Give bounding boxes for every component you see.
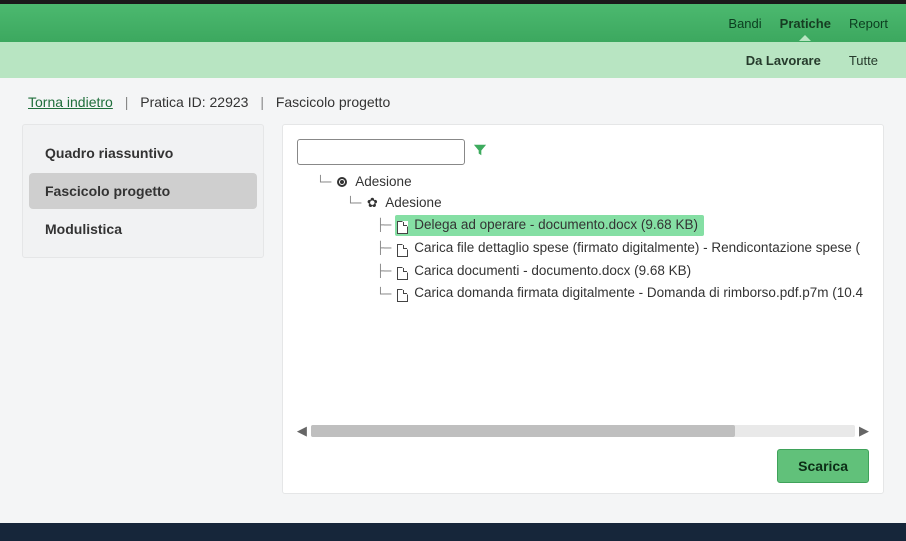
breadcrumb-back-link[interactable]: Torna indietro [28, 94, 113, 110]
sidebar: Quadro riassuntivo Fascicolo progetto Mo… [22, 124, 264, 258]
tree-node-label: Adesione [385, 194, 441, 213]
breadcrumb: Torna indietro | Pratica ID: 22923 | Fas… [0, 78, 906, 124]
tree-node-label: Adesione [355, 173, 411, 192]
file-icon [397, 289, 408, 302]
download-button[interactable]: Scarica [777, 449, 869, 483]
tree-filter-input[interactable] [297, 139, 465, 165]
breadcrumb-section: Fascicolo progetto [276, 94, 390, 110]
scroll-thumb[interactable] [311, 425, 735, 437]
breadcrumb-sep: | [260, 94, 264, 110]
scroll-left-icon[interactable]: ◀ [297, 423, 307, 439]
nav-report[interactable]: Report [849, 16, 888, 31]
gear-icon: ✿ [365, 194, 379, 212]
tree-connector: └─ [347, 195, 361, 212]
tree-file-row[interactable]: └─ Carica domanda firmata digitalmente -… [377, 283, 869, 304]
subnav-tutte[interactable]: Tutte [849, 53, 878, 68]
sidebar-item-quadro[interactable]: Quadro riassuntivo [23, 133, 263, 173]
main-panel: └─ Adesione └─ ✿ Adesione ├─ Delega ad o… [282, 124, 884, 494]
scroll-right-icon[interactable]: ▶ [859, 423, 869, 439]
breadcrumb-practice-id: Pratica ID: 22923 [140, 94, 248, 110]
subnav-da-lavorare[interactable]: Da Lavorare [746, 53, 821, 68]
file-tree: └─ Adesione └─ ✿ Adesione ├─ Delega ad o… [303, 173, 869, 304]
nav-pratiche[interactable]: Pratiche [780, 16, 831, 31]
top-nav: Bandi Pratiche Report [0, 4, 906, 42]
tree-file-row[interactable]: ├─ Carica documenti - documento.docx (9.… [377, 261, 869, 282]
tree-connector: ├─ [377, 217, 391, 234]
tree-connector: ├─ [377, 263, 391, 280]
tree-file-row[interactable]: ├─ Delega ad operare - documento.docx (9… [377, 215, 869, 236]
scroll-track[interactable] [311, 425, 855, 437]
tree-file-label: Carica file dettaglio spese (firmato dig… [414, 239, 860, 258]
tree-connector: └─ [377, 286, 391, 303]
horizontal-scrollbar[interactable]: ◀ ▶ [297, 423, 869, 439]
tree-node-group[interactable]: └─ ✿ Adesione [347, 194, 869, 213]
tree-file-row[interactable]: ├─ Carica file dettaglio spese (firmato … [377, 238, 869, 259]
radio-icon [335, 173, 349, 192]
breadcrumb-sep: | [125, 94, 129, 110]
tree-file-label: Carica documenti - documento.docx (9.68 … [414, 262, 691, 281]
sidebar-item-modulistica[interactable]: Modulistica [23, 209, 263, 249]
tree-node-root[interactable]: └─ Adesione [317, 173, 869, 192]
tree-connector: ├─ [377, 240, 391, 257]
tree-file-label: Carica domanda firmata digitalmente - Do… [414, 284, 863, 303]
footer-strip [0, 523, 906, 541]
file-icon [397, 221, 408, 234]
tree-file-label: Delega ad operare - documento.docx (9.68… [414, 216, 698, 235]
nav-bandi[interactable]: Bandi [728, 16, 761, 31]
file-icon [397, 244, 408, 257]
sidebar-item-fascicolo[interactable]: Fascicolo progetto [29, 173, 257, 209]
sub-nav: Da Lavorare Tutte [0, 42, 906, 78]
file-icon [397, 267, 408, 280]
tree-connector: └─ [317, 174, 331, 191]
filter-icon[interactable] [473, 143, 487, 162]
